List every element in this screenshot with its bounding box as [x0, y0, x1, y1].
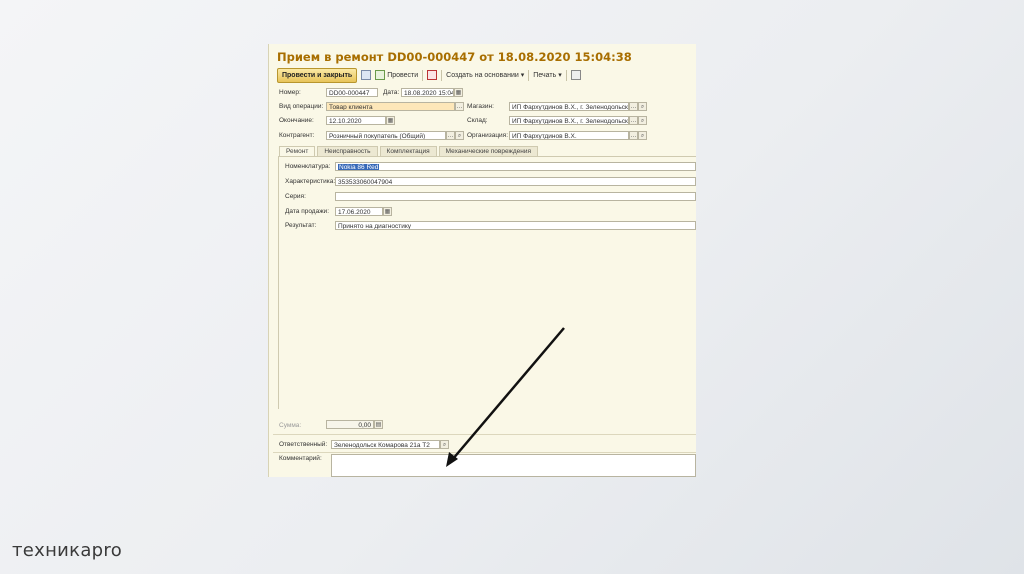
annotation-arrow [446, 327, 565, 467]
brand-logo: техникаpro [12, 540, 123, 561]
arrow-shaft [451, 327, 565, 461]
